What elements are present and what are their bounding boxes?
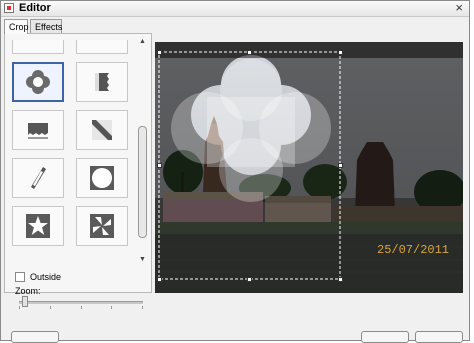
zoom-label: Zoom:: [15, 286, 41, 296]
crop-shape-diagonal[interactable]: [76, 110, 128, 150]
crop-handle-top-left[interactable]: [157, 50, 162, 55]
crop-shape-four-leaf[interactable]: [76, 206, 128, 246]
tab-crop[interactable]: Crop: [4, 19, 29, 34]
torn-edge-right-icon: [95, 73, 109, 91]
window-title: Editor: [19, 2, 51, 14]
crop-shape-flower[interactable]: [12, 62, 64, 102]
scroll-down-icon[interactable]: ▼: [139, 256, 146, 263]
cancel-button[interactable]: [415, 331, 463, 343]
editor-window: Editor × Crop Effects ▲ ▼ Outside Zoom: …: [0, 0, 471, 343]
dialog-button-row: [1, 331, 471, 343]
crop-handle-top[interactable]: [247, 50, 252, 55]
scrollbar-thumb[interactable]: [138, 126, 147, 238]
crop-shape-torn-right[interactable]: [76, 62, 128, 102]
image-preview[interactable]: 25/07/2011: [155, 42, 463, 293]
ornate-frame-top-icon: [87, 40, 117, 44]
outside-option[interactable]: Outside: [15, 272, 61, 282]
zoom-slider-ticks: [19, 306, 143, 309]
crop-handle-right[interactable]: [338, 163, 343, 168]
zoom-slider-track[interactable]: [19, 301, 143, 304]
photo-date-stamp: 25/07/2011: [377, 243, 450, 257]
four-leaf-icon: [90, 214, 114, 238]
crop-handle-bottom-left[interactable]: [157, 277, 162, 282]
reset-button[interactable]: [11, 331, 59, 343]
crop-handle-bottom-right[interactable]: [338, 277, 343, 282]
outside-checkbox[interactable]: [15, 272, 25, 282]
title-bar: Editor ×: [1, 0, 469, 17]
outside-label: Outside: [30, 272, 62, 282]
app-icon: [4, 3, 14, 13]
close-icon[interactable]: ×: [455, 0, 463, 15]
star-icon: [26, 214, 50, 238]
crop-panel: ▲ ▼ Outside Zoom:: [4, 33, 152, 309]
crop-handle-top-right[interactable]: [338, 50, 343, 55]
crop-shape-star[interactable]: [12, 206, 64, 246]
slash-icon: [31, 167, 46, 189]
flower-icon: [26, 70, 50, 94]
crop-shape-list: [6, 40, 140, 268]
scroll-up-icon[interactable]: ▲: [139, 38, 146, 45]
crop-shape-ornate[interactable]: [76, 40, 128, 54]
diagonal-strip-icon: [92, 120, 112, 140]
crop-shape-slash[interactable]: [12, 158, 64, 198]
crop-shape-torn-bottom[interactable]: [12, 110, 64, 150]
crop-shape-circle[interactable]: [76, 158, 128, 198]
rect-top-edge-icon: [23, 40, 53, 44]
crop-handle-bottom[interactable]: [247, 277, 252, 282]
crop-shape-rect-top[interactable]: [12, 40, 64, 54]
tab-effects[interactable]: Effects: [30, 19, 62, 33]
ok-button[interactable]: [361, 331, 409, 343]
circle-icon: [90, 166, 114, 190]
torn-edge-bottom-icon: [28, 123, 48, 139]
shape-list-scrollbar[interactable]: ▲ ▼: [136, 38, 148, 266]
crop-handle-left[interactable]: [157, 163, 162, 168]
